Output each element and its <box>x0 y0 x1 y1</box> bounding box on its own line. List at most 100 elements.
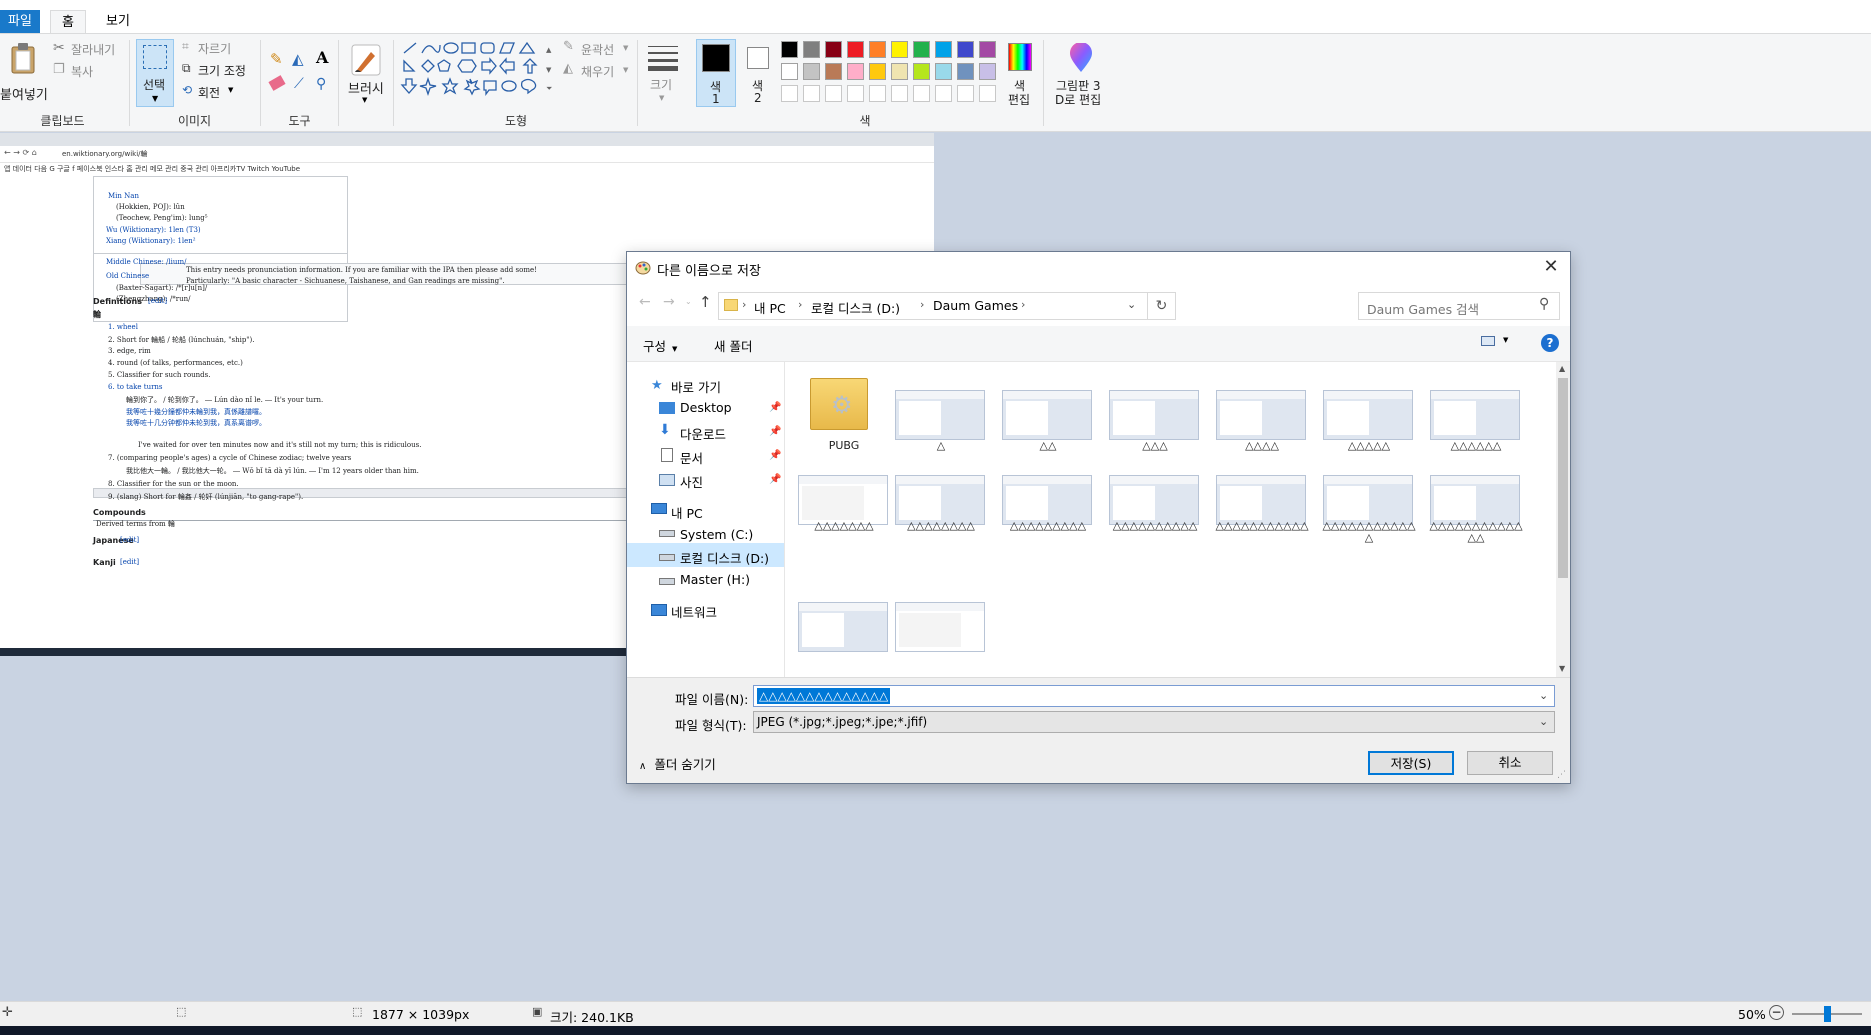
file-thumbnail[interactable] <box>1002 475 1092 525</box>
edit-colors-button[interactable]: 색 편집 <box>1004 39 1036 107</box>
file-thumbnail[interactable] <box>895 602 985 652</box>
filename-input[interactable]: △△△△△△△△△△△△△△ ⌄ <box>753 685 1555 707</box>
breadcrumb-local-disk[interactable]: 로컬 디스크 (D:) <box>811 298 900 317</box>
cancel-button[interactable]: 취소 <box>1467 751 1553 775</box>
refresh-button[interactable]: ↻ <box>1148 292 1176 320</box>
menu-view-tab[interactable]: 보기 <box>100 10 136 34</box>
palette-swatch[interactable] <box>913 63 930 80</box>
file-thumbnail[interactable] <box>1216 475 1306 525</box>
file-list-scrollbar[interactable]: ▲ ▼ <box>1556 362 1570 677</box>
cut-button[interactable]: ✂ 잘라내기 <box>53 40 123 58</box>
brush-button[interactable]: 브러시 ▼ <box>345 42 387 106</box>
palette-swatch[interactable] <box>935 85 952 102</box>
palette-swatch[interactable] <box>957 63 974 80</box>
address-dropdown-chevron-icon[interactable]: ⌄ <box>1127 298 1136 311</box>
forward-arrow-icon[interactable]: → <box>663 294 675 310</box>
search-box[interactable]: Daum Games 검색 ⚲ <box>1358 292 1560 320</box>
scroll-thumb[interactable] <box>1558 378 1568 578</box>
nav-downloads[interactable]: 다운로드 <box>680 424 726 443</box>
select-button[interactable]: 선택 ▼ <box>136 39 174 107</box>
close-icon[interactable]: ✕ <box>1537 256 1565 280</box>
crop-button[interactable]: ⌗ 자르기 <box>182 39 252 57</box>
shapes-scroll-down-icon[interactable]: ▼ <box>546 66 551 74</box>
nav-desktop[interactable]: Desktop <box>680 400 732 415</box>
palette-swatch[interactable] <box>869 41 886 58</box>
palette-swatch[interactable] <box>825 85 842 102</box>
nav-documents[interactable]: 문서 <box>680 448 703 467</box>
palette-swatch[interactable] <box>935 63 952 80</box>
file-thumbnail[interactable] <box>1323 475 1413 525</box>
palette-swatch[interactable] <box>781 85 798 102</box>
shapes-expand-icon[interactable]: ⏷ <box>546 84 552 94</box>
palette-swatch[interactable] <box>803 85 820 102</box>
palette-swatch[interactable] <box>803 41 820 58</box>
color1-button[interactable]: 색 1 <box>696 39 736 107</box>
nav-network[interactable]: 네트워크 <box>671 602 717 621</box>
address-bar[interactable]: › 내 PC › 로컬 디스크 (D:) › Daum Games › ⌄ <box>718 292 1148 320</box>
filetype-select[interactable]: JPEG (*.jpg;*.jpeg;*.jpe;*.jfif) ⌄ <box>753 711 1555 733</box>
file-thumbnail[interactable] <box>1109 390 1199 440</box>
file-thumbnail[interactable] <box>895 390 985 440</box>
file-thumbnail[interactable] <box>798 475 888 525</box>
palette-swatch[interactable] <box>979 63 996 80</box>
palette-swatch[interactable] <box>825 41 842 58</box>
magnifier-icon[interactable]: ⚲ <box>316 76 326 92</box>
file-thumbnail[interactable] <box>798 602 888 652</box>
nav-pictures[interactable]: 사진 <box>680 472 703 491</box>
folder-icon[interactable]: ⚙ <box>810 378 868 430</box>
file-thumbnail[interactable] <box>1430 475 1520 525</box>
palette-swatch[interactable] <box>979 85 996 102</box>
help-icon[interactable]: ? <box>1541 334 1559 352</box>
palette-swatch[interactable] <box>957 41 974 58</box>
organize-button[interactable]: 구성 ▼ <box>643 336 677 355</box>
pencil-tool-icon[interactable]: ✎ <box>270 50 283 68</box>
shapes-scroll-up-icon[interactable]: ▲ <box>546 46 551 54</box>
palette-swatch[interactable] <box>957 85 974 102</box>
file-thumbnail[interactable] <box>1002 390 1092 440</box>
palette-swatch[interactable] <box>847 85 864 102</box>
palette-swatch[interactable] <box>935 41 952 58</box>
color-picker-icon[interactable]: ⟋ <box>294 76 304 92</box>
menu-file-tab[interactable]: 파일 <box>0 10 40 34</box>
color2-button[interactable]: 색 2 <box>740 39 776 107</box>
nav-system-c[interactable]: System (C:) <box>680 527 753 542</box>
shapes-gallery[interactable] <box>400 41 552 101</box>
palette-swatch[interactable] <box>891 63 908 80</box>
palette-swatch[interactable] <box>847 41 864 58</box>
palette-swatch[interactable] <box>869 63 886 80</box>
nav-this-pc[interactable]: 내 PC <box>671 503 703 522</box>
palette-swatch[interactable] <box>781 63 798 80</box>
palette-swatch[interactable] <box>847 63 864 80</box>
nav-local-disk-d[interactable]: 로컬 디스크 (D:) <box>680 548 769 567</box>
resize-grip-icon[interactable]: ⋰ <box>1557 770 1566 780</box>
nav-quick-access[interactable]: 바로 가기 <box>671 377 721 396</box>
palette-swatch[interactable] <box>891 41 908 58</box>
copy-button[interactable]: ❐ 복사 <box>53 62 123 80</box>
palette-swatch[interactable] <box>803 63 820 80</box>
new-folder-button[interactable]: 새 폴더 <box>714 336 752 355</box>
paste-button[interactable]: 붙여넣기 <box>0 40 50 106</box>
rotate-button[interactable]: ⟲ 회전 ▼ <box>182 83 252 101</box>
menu-home-tab[interactable]: 홈 <box>50 10 86 34</box>
chevron-down-icon[interactable]: ⌄ <box>1539 689 1548 702</box>
up-arrow-icon[interactable]: ↑ <box>699 293 712 311</box>
recent-locations-chevron-icon[interactable]: ⌄ <box>685 297 692 306</box>
scroll-down-icon[interactable]: ▼ <box>1559 664 1565 673</box>
zoom-out-icon[interactable]: − <box>1769 1005 1784 1020</box>
palette-swatch[interactable] <box>869 85 886 102</box>
paint3d-button[interactable]: 그림판 3 D로 편집 <box>1050 39 1110 107</box>
file-thumbnail[interactable] <box>1430 390 1520 440</box>
breadcrumb-daum-games[interactable]: Daum Games <box>933 298 1018 313</box>
text-tool-icon[interactable]: A <box>316 48 328 67</box>
palette-swatch[interactable] <box>979 41 996 58</box>
outline-button[interactable]: ✎ 윤곽선 ▼ <box>563 39 643 58</box>
hide-folders-button[interactable]: ∧ 폴더 숨기기 <box>639 754 716 773</box>
palette-swatch[interactable] <box>825 63 842 80</box>
file-thumbnail[interactable] <box>895 475 985 525</box>
nav-master-h[interactable]: Master (H:) <box>680 572 750 587</box>
palette-swatch[interactable] <box>781 41 798 58</box>
scroll-up-icon[interactable]: ▲ <box>1559 364 1565 373</box>
palette-swatch[interactable] <box>913 85 930 102</box>
fill-bucket-icon[interactable]: ◭ <box>292 50 304 68</box>
save-button[interactable]: 저장(S) <box>1368 751 1454 775</box>
